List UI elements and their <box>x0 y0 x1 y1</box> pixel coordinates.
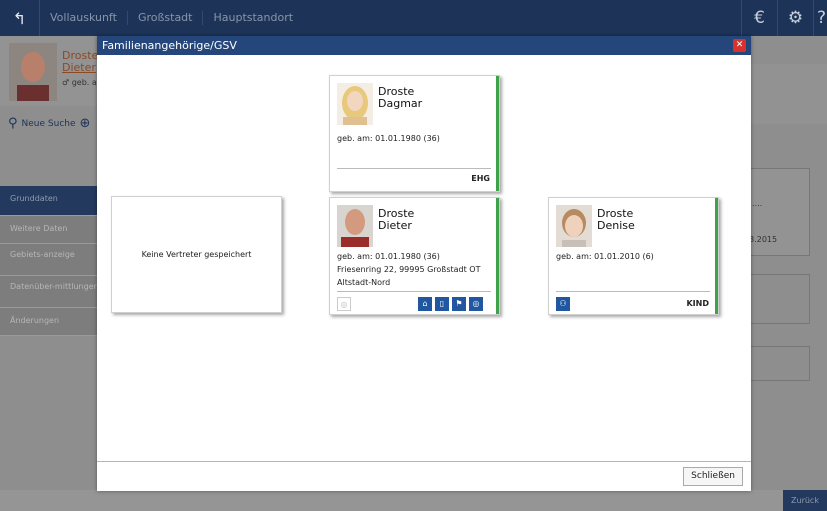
status-bar <box>496 198 499 314</box>
spouse-firstname: Dagmar <box>378 97 423 110</box>
status-bar <box>715 198 718 314</box>
breadcrumb-vollauskunft[interactable]: Vollauskunft <box>40 11 128 25</box>
child-birthdate: geb. am: 01.01.2010 (6) <box>556 252 654 261</box>
sidebar-item-aenderungen[interactable]: Änderungen <box>0 308 100 336</box>
right-panel-dots: .... <box>752 199 763 208</box>
avatar <box>337 205 373 247</box>
divider <box>337 168 491 169</box>
close-icon[interactable]: ✕ <box>733 39 746 52</box>
zoom-icon[interactable]: ⊕ <box>80 116 91 131</box>
id-card-icon[interactable]: ▯ <box>435 297 449 311</box>
family-icon[interactable]: ⚇ <box>556 297 570 311</box>
spouse-name: Droste Dagmar <box>378 86 422 110</box>
house-icon[interactable]: ⌂ <box>418 297 432 311</box>
person-sub: ♂ geb. a <box>62 78 97 87</box>
dialog-footer: Schließen <box>97 461 751 491</box>
divider <box>556 291 710 292</box>
relation-badge: KIND <box>686 299 709 308</box>
sidebar-item-datenuebermittlungen[interactable]: Datenüber-mittlungen <box>0 276 100 308</box>
representative-card: Keine Vertreter gespeichert <box>111 196 282 313</box>
person-name: Droste Dieter <box>62 50 98 74</box>
divider <box>337 291 491 292</box>
disabled-action-icon: ◎ <box>337 297 351 311</box>
sidebar-nav: Grunddaten Weitere Daten Gebiets-anzeige… <box>0 186 100 336</box>
back-button[interactable]: Zurück <box>783 490 827 511</box>
spouse-card[interactable]: Droste Dagmar geb. am: 01.01.1980 (36) E… <box>329 75 500 192</box>
search-icon: ⚲ <box>8 116 18 131</box>
person-header: Droste Dieter ♂ geb. a <box>0 36 100 106</box>
target-icon[interactable]: ◎ <box>469 297 483 311</box>
spouse-birthdate: geb. am: 01.01.1980 (36) <box>337 134 440 143</box>
self-birthdate: geb. am: 01.01.1980 (36) <box>337 252 440 261</box>
self-address-line2: Altstadt-Nord <box>337 278 391 287</box>
avatar <box>556 205 592 247</box>
breadcrumb-grossstadt[interactable]: Großstadt <box>128 11 204 25</box>
relation-badge: EHG <box>471 174 490 183</box>
back-icon[interactable]: ↰ <box>0 0 40 36</box>
self-address-line1: Friesenring 22, 99995 Großstadt OT <box>337 265 481 274</box>
close-button[interactable]: Schließen <box>683 467 743 486</box>
self-card[interactable]: Droste Dieter geb. am: 01.01.1980 (36) F… <box>329 197 500 315</box>
avatar <box>337 83 373 125</box>
breadcrumb-hauptstandort[interactable]: Hauptstandort <box>203 11 303 25</box>
self-firstname: Dieter <box>378 219 412 232</box>
no-representative-text: Keine Vertreter gespeichert <box>141 250 252 259</box>
new-search-label: Neue Suche <box>21 118 76 129</box>
dialog-body: Keine Vertreter gespeichert Droste Dagma… <box>97 55 751 461</box>
child-firstname: Denise <box>597 219 635 232</box>
gear-icon[interactable]: ⚙ <box>777 0 813 36</box>
sidebar-item-grunddaten[interactable]: Grunddaten <box>0 186 100 216</box>
child-card[interactable]: Droste Denise geb. am: 01.01.2010 (6) ⚇ … <box>548 197 719 315</box>
help-icon[interactable]: ? <box>813 0 827 36</box>
sidebar-item-weitere-daten[interactable]: Weitere Daten <box>0 216 100 244</box>
new-search-link[interactable]: ⚲ Neue Suche ⊕ <box>8 116 90 131</box>
family-dialog: Familienangehörige/GSV ✕ Keine Vertreter… <box>97 36 751 491</box>
flag-icon[interactable]: ⚑ <box>452 297 466 311</box>
euro-icon[interactable]: € <box>741 0 777 36</box>
child-name: Droste Denise <box>597 208 635 232</box>
status-bar <box>496 76 499 191</box>
right-panel-header <box>740 64 827 124</box>
self-name: Droste Dieter <box>378 208 414 232</box>
avatar <box>9 43 57 101</box>
footer-bar <box>0 490 827 511</box>
person-firstname: Dieter <box>62 61 96 74</box>
top-bar: ↰ Vollauskunft Großstadt Hauptstandort €… <box>0 0 827 36</box>
dialog-title-bar: Familienangehörige/GSV ✕ <box>97 36 751 55</box>
dialog-title: Familienangehörige/GSV <box>102 39 237 52</box>
sidebar-item-gebietsanzeige[interactable]: Gebiets-anzeige <box>0 244 100 276</box>
